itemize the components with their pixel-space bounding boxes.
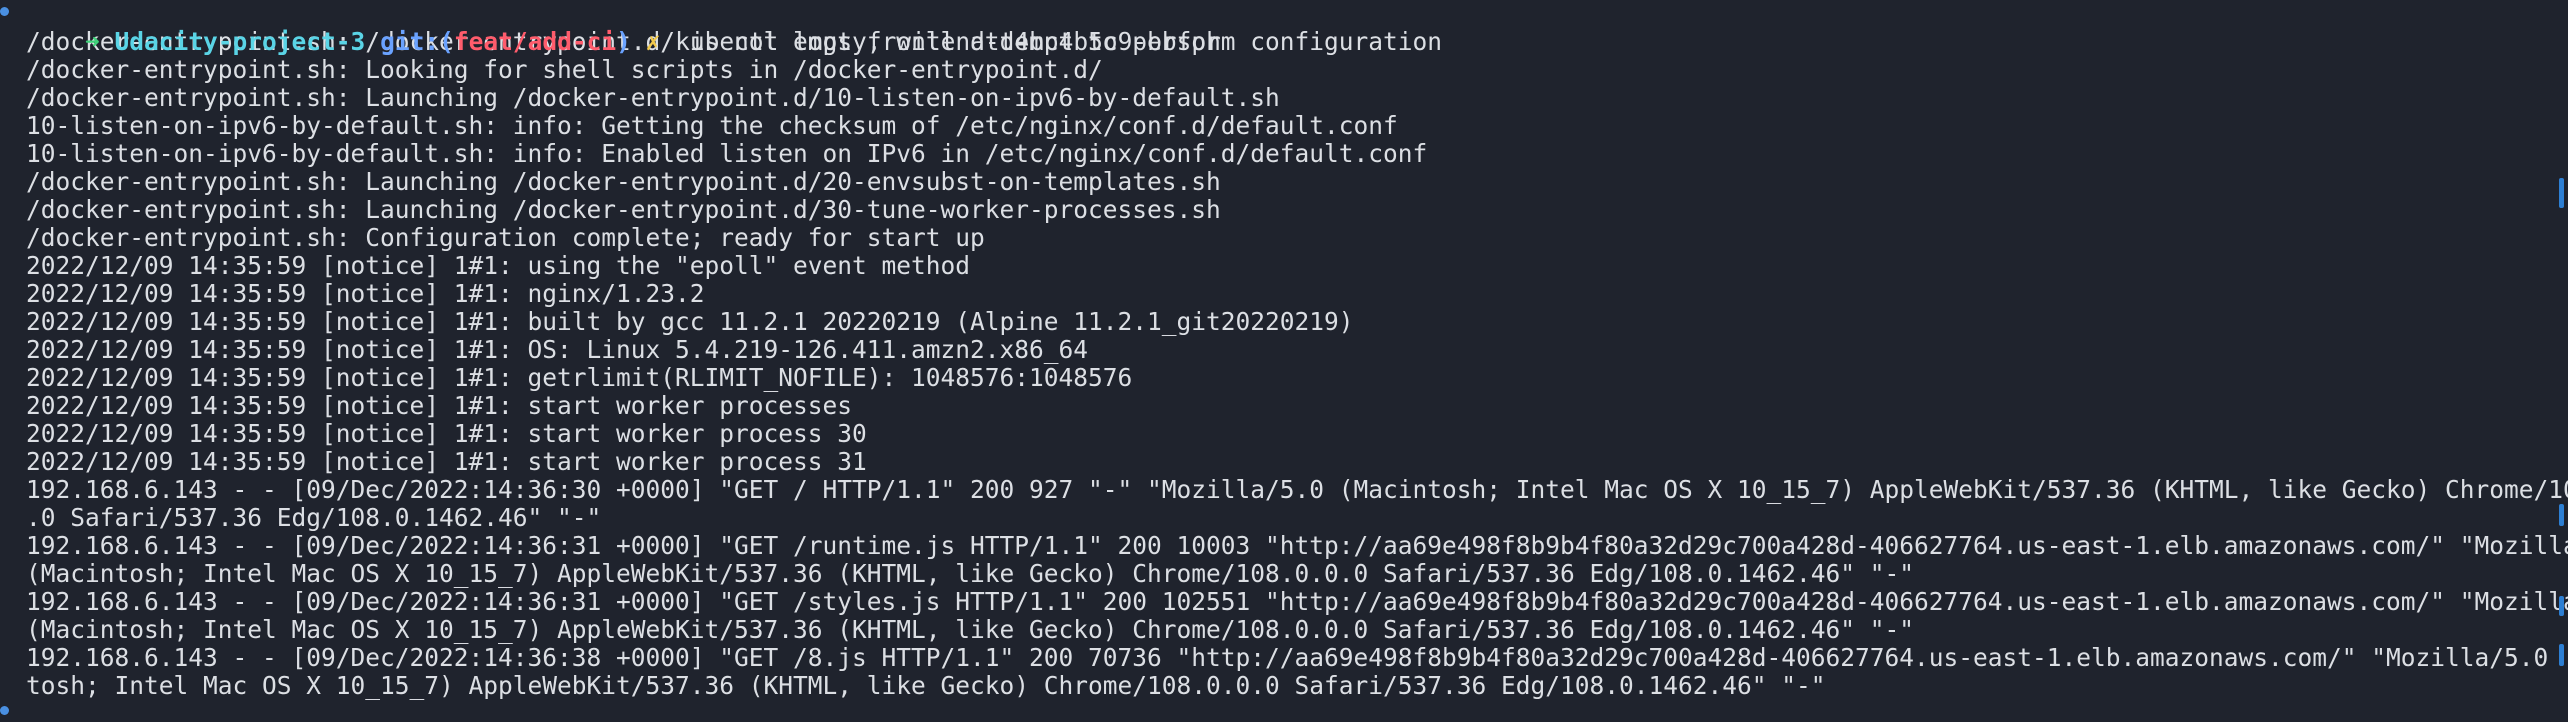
output-line: .0 Safari/537.36 Edg/108.0.1462.46" "-" xyxy=(26,503,602,532)
output-line: /docker-entrypoint.sh: Launching /docker… xyxy=(26,195,1221,224)
output-line: 192.168.6.143 - - [09/Dec/2022:14:36:31 … xyxy=(26,531,2568,560)
output-line: 192.168.6.143 - - [09/Dec/2022:14:36:30 … xyxy=(26,475,2568,504)
scroll-mark xyxy=(2559,178,2564,208)
output-line: /docker-entrypoint.sh: Launching /docker… xyxy=(26,167,1221,196)
output-line: 2022/12/09 14:35:59 [notice] 1#1: start … xyxy=(26,419,867,448)
output-line: 2022/12/09 14:35:59 [notice] 1#1: using … xyxy=(26,251,971,280)
output-line: /docker-entrypoint.sh: Configuration com… xyxy=(26,223,985,252)
output-line: 10-listen-on-ipv6-by-default.sh: info: G… xyxy=(26,111,1398,140)
output-line: tosh; Intel Mac OS X 10_15_7) AppleWebKi… xyxy=(26,671,1826,700)
current-prompt-line[interactable]: ➜ Udacity-project-3 git:(feat/add-ci) ✗ xyxy=(26,700,2528,722)
command-prompt-line: ➜ Udacity-project-3 git:(feat/add-ci) ✗ … xyxy=(26,0,2528,56)
scroll-mark xyxy=(2559,644,2564,666)
prompt-dirty-marker: ✗ xyxy=(645,27,661,56)
output-line: 2022/12/09 14:35:59 [notice] 1#1: nginx/… xyxy=(26,279,705,308)
output-line: 192.168.6.143 - - [09/Dec/2022:14:36:38 … xyxy=(26,643,2568,672)
command-text: kubectl logs frontend-d4bc4b5c9-bbsph xyxy=(675,27,1221,56)
output-line: /docker-entrypoint.sh: Launching /docker… xyxy=(26,83,1280,112)
output-line: 2022/12/09 14:35:59 [notice] 1#1: start … xyxy=(26,447,867,476)
prompt-git-label: git:( xyxy=(380,27,454,56)
output-line: (Macintosh; Intel Mac OS X 10_15_7) Appl… xyxy=(26,559,1915,588)
prompt-directory: Udacity-project-3 xyxy=(114,27,366,56)
output-line: 2022/12/09 14:35:59 [notice] 1#1: start … xyxy=(26,391,853,420)
output-line: (Macintosh; Intel Mac OS X 10_15_7) Appl… xyxy=(26,615,1915,644)
output-line: 2022/12/09 14:35:59 [notice] 1#1: OS: Li… xyxy=(26,335,1089,364)
output-line: 2022/12/09 14:35:59 [notice] 1#1: built … xyxy=(26,307,1354,336)
terminal-window[interactable]: ➜ Udacity-project-3 git:(feat/add-ci) ✗ … xyxy=(0,0,2568,722)
output-line: 2022/12/09 14:35:59 [notice] 1#1: getrli… xyxy=(26,363,1133,392)
prompt-arrow: ➜ xyxy=(85,27,100,56)
scroll-mark xyxy=(2559,596,2564,616)
prompt-marker-dot xyxy=(0,7,9,16)
prompt-git-close: ) xyxy=(616,27,631,56)
output-line: 192.168.6.143 - - [09/Dec/2022:14:36:31 … xyxy=(26,587,2568,616)
output-line: 10-listen-on-ipv6-by-default.sh: info: E… xyxy=(26,139,1428,168)
output-line: /docker-entrypoint.sh: Looking for shell… xyxy=(26,55,1103,84)
prompt-marker-dot xyxy=(0,706,9,715)
scroll-mark xyxy=(2559,504,2564,526)
prompt-branch: feat/add-ci xyxy=(453,27,617,56)
